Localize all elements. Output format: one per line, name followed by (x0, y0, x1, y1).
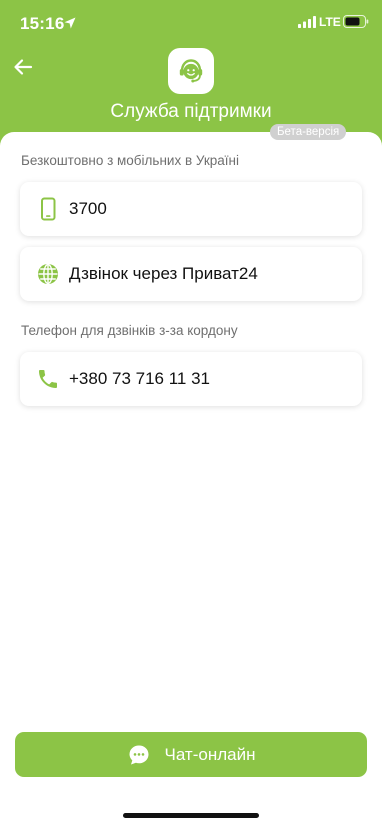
section-label-abroad: Телефон для дзвінків з-за кордону (21, 323, 238, 338)
content-sheet (0, 132, 382, 827)
call-3700-button[interactable]: 3700 (20, 182, 362, 236)
handset-icon (36, 367, 60, 391)
chat-button-label: Чат-онлайн (164, 744, 256, 764)
status-time: 15:16 (20, 14, 65, 33)
beta-badge: Бета-версія (270, 124, 347, 140)
battery-icon (343, 15, 369, 28)
call-via-privat24-button[interactable]: Дзвінок через Приват24 (20, 247, 362, 301)
support-agent-icon (179, 59, 203, 83)
chat-online-button[interactable]: Чат-онлайн (15, 732, 367, 777)
location-arrow-icon (64, 17, 76, 29)
card-label: +380 73 716 11 31 (69, 369, 211, 388)
status-bar: 15:16 LTE (0, 0, 382, 46)
support-logo (168, 48, 214, 94)
network-type: LTE (319, 15, 341, 29)
section-label-domestic: Безкоштовно з мобільних в Україні (21, 153, 239, 168)
card-label: Дзвінок через Приват24 (69, 264, 258, 283)
home-indicator[interactable] (123, 813, 259, 818)
page-title: Служба підтримки (110, 101, 272, 122)
call-abroad-number-button[interactable]: +380 73 716 11 31 (20, 352, 362, 406)
globe-icon (36, 262, 60, 286)
card-label: 3700 (69, 199, 107, 218)
chat-icon (129, 745, 149, 764)
signal-icon (298, 16, 316, 28)
back-arrow-icon[interactable] (11, 55, 35, 79)
phone-icon (36, 197, 60, 221)
